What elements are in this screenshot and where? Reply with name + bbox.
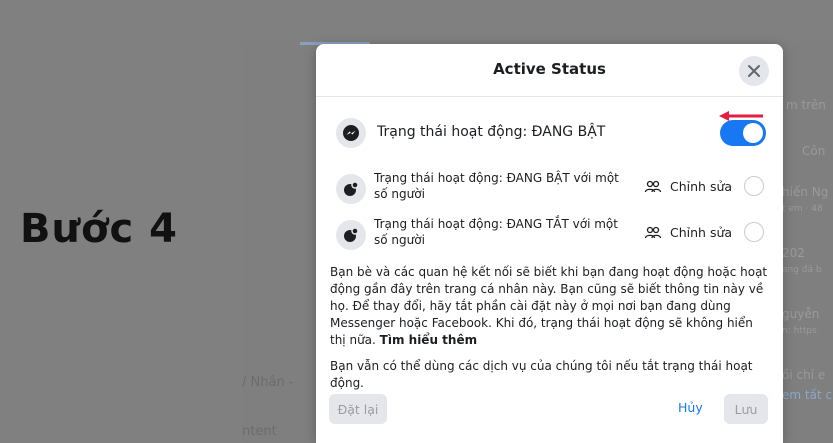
- bg-text: guyễn: [782, 307, 820, 321]
- reset-button[interactable]: Đặt lại: [329, 394, 387, 424]
- bg-text: Côn: [802, 144, 826, 158]
- radio-button[interactable]: [744, 176, 764, 196]
- edit-link[interactable]: Chỉnh sửa: [644, 225, 732, 240]
- bg-text: 202: [782, 246, 805, 260]
- edit-label: Chỉnh sửa: [670, 225, 733, 240]
- messenger-icon-wrap: [336, 118, 366, 148]
- bg-text: t em · 48: [782, 204, 823, 214]
- bg-text: / Nhân -: [242, 375, 294, 390]
- edit-link[interactable]: Chỉnh sửa: [644, 179, 732, 194]
- messenger-icon: [343, 125, 359, 141]
- bg-text: ntent: [242, 424, 277, 439]
- close-button[interactable]: [739, 56, 769, 86]
- dialog-header: Active Status: [316, 44, 783, 97]
- active-status-main-row: Trạng thái hoạt động: ĐANG BẬT: [336, 116, 766, 150]
- option-row-on-some[interactable]: Trạng thái hoạt động: ĐANG BẬT với một s…: [336, 170, 766, 214]
- active-status-dialog: Active Status Trạng thái hoạt động: ĐANG…: [316, 44, 783, 443]
- radio-button[interactable]: [744, 222, 764, 242]
- description-text-2: Bạn vẫn có thể dùng các dịch vụ của chún…: [330, 359, 753, 390]
- bg-text: ang đã b: [782, 265, 822, 275]
- people-icon: [644, 180, 662, 192]
- dialog-title: Active Status: [493, 60, 606, 78]
- edit-label: Chỉnh sửa: [670, 179, 733, 194]
- option-label: Trạng thái hoạt động: ĐANG TẮT với một s…: [374, 217, 618, 247]
- status-dot-icon: [344, 181, 359, 196]
- bg-text: m trên: [786, 98, 826, 112]
- status-dot-icon-wrap: [336, 220, 366, 250]
- cancel-button[interactable]: Hủy: [678, 400, 703, 415]
- active-status-label: Trạng thái hoạt động: ĐANG BẬT: [377, 124, 606, 140]
- step-label: Bước 4: [20, 206, 178, 252]
- learn-more-link[interactable]: Tìm hiểu thêm: [380, 333, 477, 347]
- bg-text: n: https: [782, 326, 817, 336]
- bg-text: em tất c: [782, 388, 833, 402]
- option-label: Trạng thái hoạt động: ĐANG BẬT với một s…: [374, 171, 619, 201]
- toggle-knob: [743, 123, 763, 143]
- dialog-footer: Đặt lại Hủy Lưu: [316, 394, 783, 443]
- bg-text: hiến Ng: [782, 185, 829, 199]
- save-button[interactable]: Lưu: [724, 394, 768, 424]
- option-row-off-some[interactable]: Trạng thái hoạt động: ĐANG TẮT với một s…: [336, 216, 766, 260]
- status-dot-icon: [344, 227, 359, 242]
- description-text: Bạn bè và các quan hệ kết nối sẽ biết kh…: [330, 264, 770, 349]
- active-status-toggle[interactable]: [720, 120, 766, 146]
- status-dot-icon-wrap: [336, 174, 366, 204]
- bg-text: ồi chỉ e: [782, 368, 826, 382]
- people-icon: [644, 226, 662, 238]
- close-icon: [748, 65, 760, 77]
